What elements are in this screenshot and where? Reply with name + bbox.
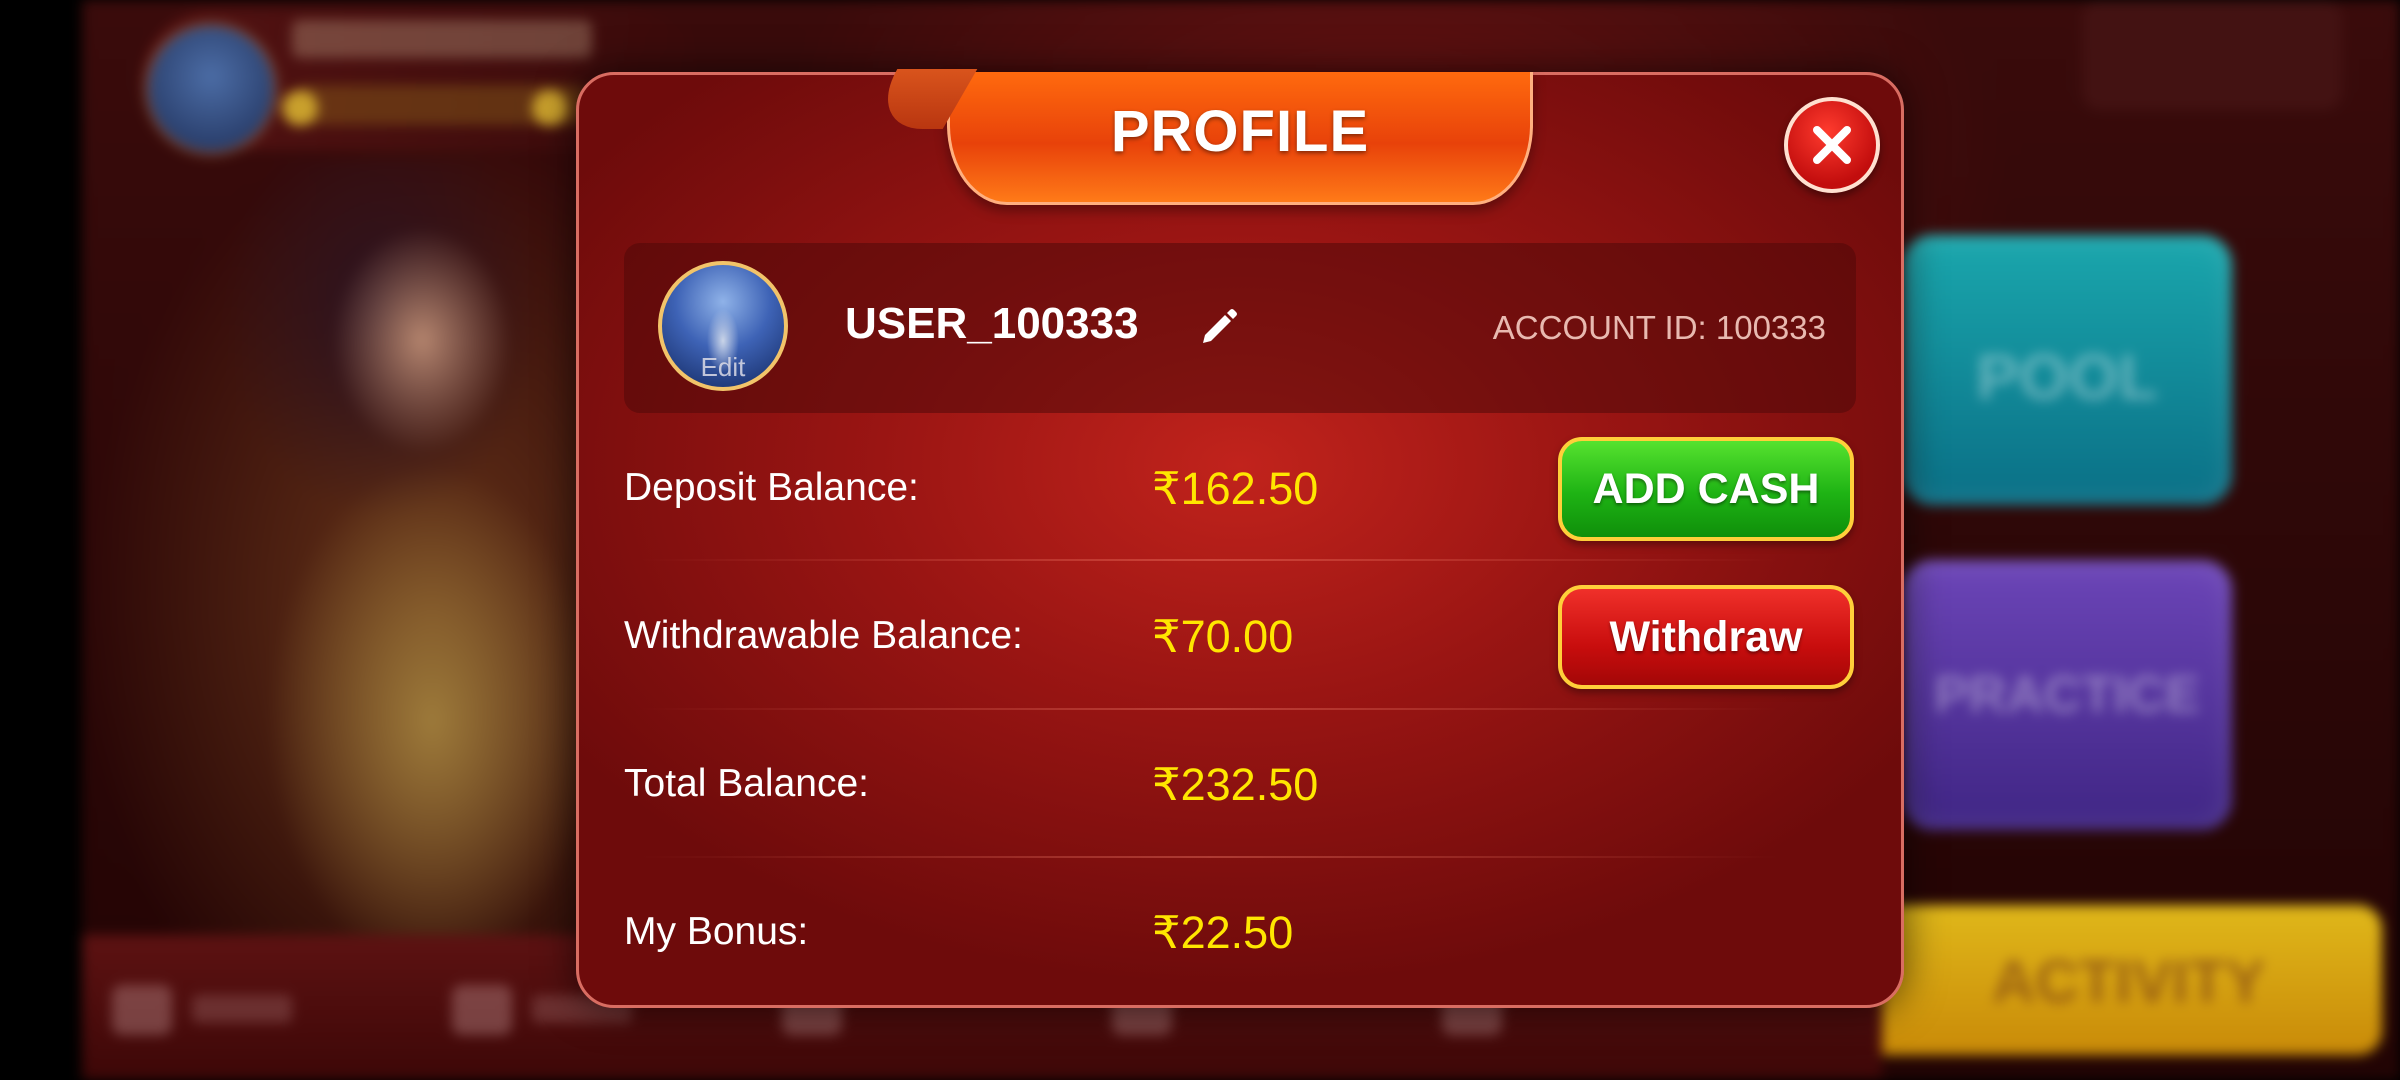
username: USER_100333 [845,299,1139,348]
row-divider [640,708,1780,710]
withdraw-button[interactable]: Withdraw [1558,585,1854,689]
bg-coin-icon [282,90,318,126]
bg-coin-icon [532,90,568,126]
profile-info-row: Edit USER_100333 ACCOUNT ID: 100333 [624,243,1856,413]
bg-name-placeholder [292,20,592,58]
bg-bottom-icon [112,985,172,1035]
bg-pool-card: POOL [1902,235,2232,505]
account-id: ACCOUNT ID: 100333 [1492,309,1826,346]
row-divider [640,856,1780,858]
bonus-value: ₹22.50 [1152,907,1294,958]
bonus-label: My Bonus: [624,910,809,953]
avatar-edit-label[interactable]: Edit [662,352,784,383]
bg-bottom-label [192,995,292,1023]
pencil-icon [1203,309,1237,343]
withdrawable-balance-value: ₹70.00 [1152,611,1294,662]
edit-name-button[interactable] [1197,305,1241,349]
deposit-balance-label: Deposit Balance: [624,466,919,509]
dialog-title: PROFILE [1110,99,1370,164]
total-balance-label: Total Balance: [624,762,869,805]
close-button[interactable] [1784,97,1880,193]
add-cash-button[interactable]: ADD CASH [1558,437,1854,541]
bg-pool-label: POOL [1976,341,2158,413]
bg-practice-label: PRACTICE [1934,666,2200,724]
row-divider [640,559,1780,561]
close-icon [1813,126,1851,164]
bg-activity-button: ACTIVITY [1822,905,2382,1055]
bg-top-right-panel [2082,0,2342,110]
bg-activity-label: ACTIVITY [1992,948,2266,1015]
bg-bottom-icon [452,985,512,1035]
bg-avatar [144,22,278,156]
total-balance-value: ₹232.50 [1152,759,1319,810]
bg-practice-card: PRACTICE [1902,560,2232,830]
deposit-balance-value: ₹162.50 [1152,463,1319,514]
avatar[interactable]: Edit [658,261,788,391]
withdrawable-balance-label: Withdrawable Balance: [624,614,1023,657]
dialog-title-tab: PROFILE [947,72,1533,205]
